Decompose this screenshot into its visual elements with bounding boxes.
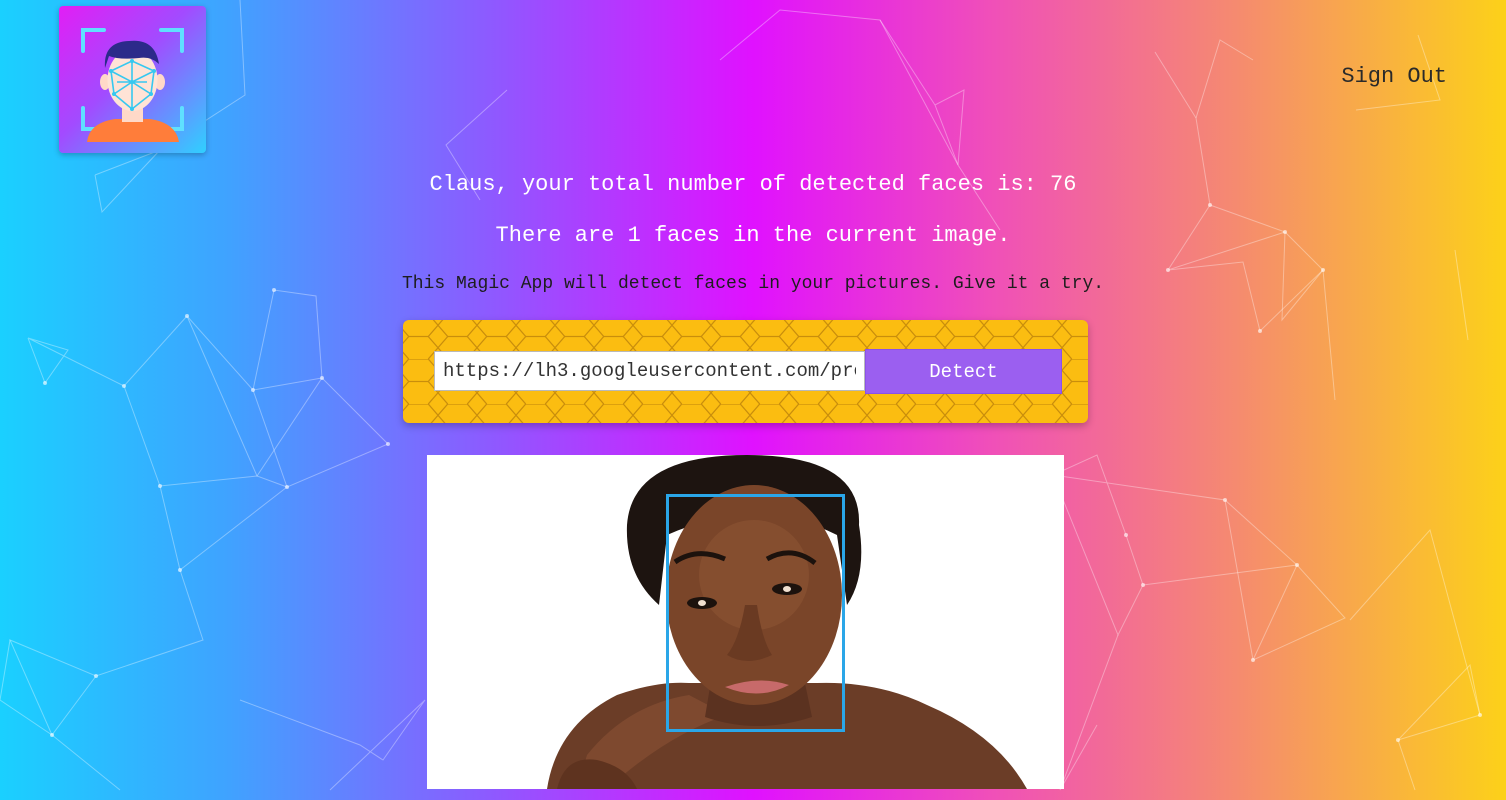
face-recognition-icon (81, 28, 184, 142)
image-url-input[interactable] (434, 351, 865, 391)
input-photo (427, 455, 1064, 789)
url-form-panel: Detect (403, 320, 1088, 423)
intro-text: This Magic App will detect faces in your… (401, 274, 1105, 294)
face-bounding-box (666, 494, 845, 732)
sign-out-link[interactable]: Sign Out (1341, 64, 1447, 89)
total-faces-text: Claus, your total number of detected fac… (429, 172, 1077, 197)
detect-button[interactable]: Detect (865, 349, 1062, 394)
app-logo[interactable] (59, 6, 206, 153)
current-image-faces-text: There are 1 faces in the current image. (495, 223, 1011, 248)
